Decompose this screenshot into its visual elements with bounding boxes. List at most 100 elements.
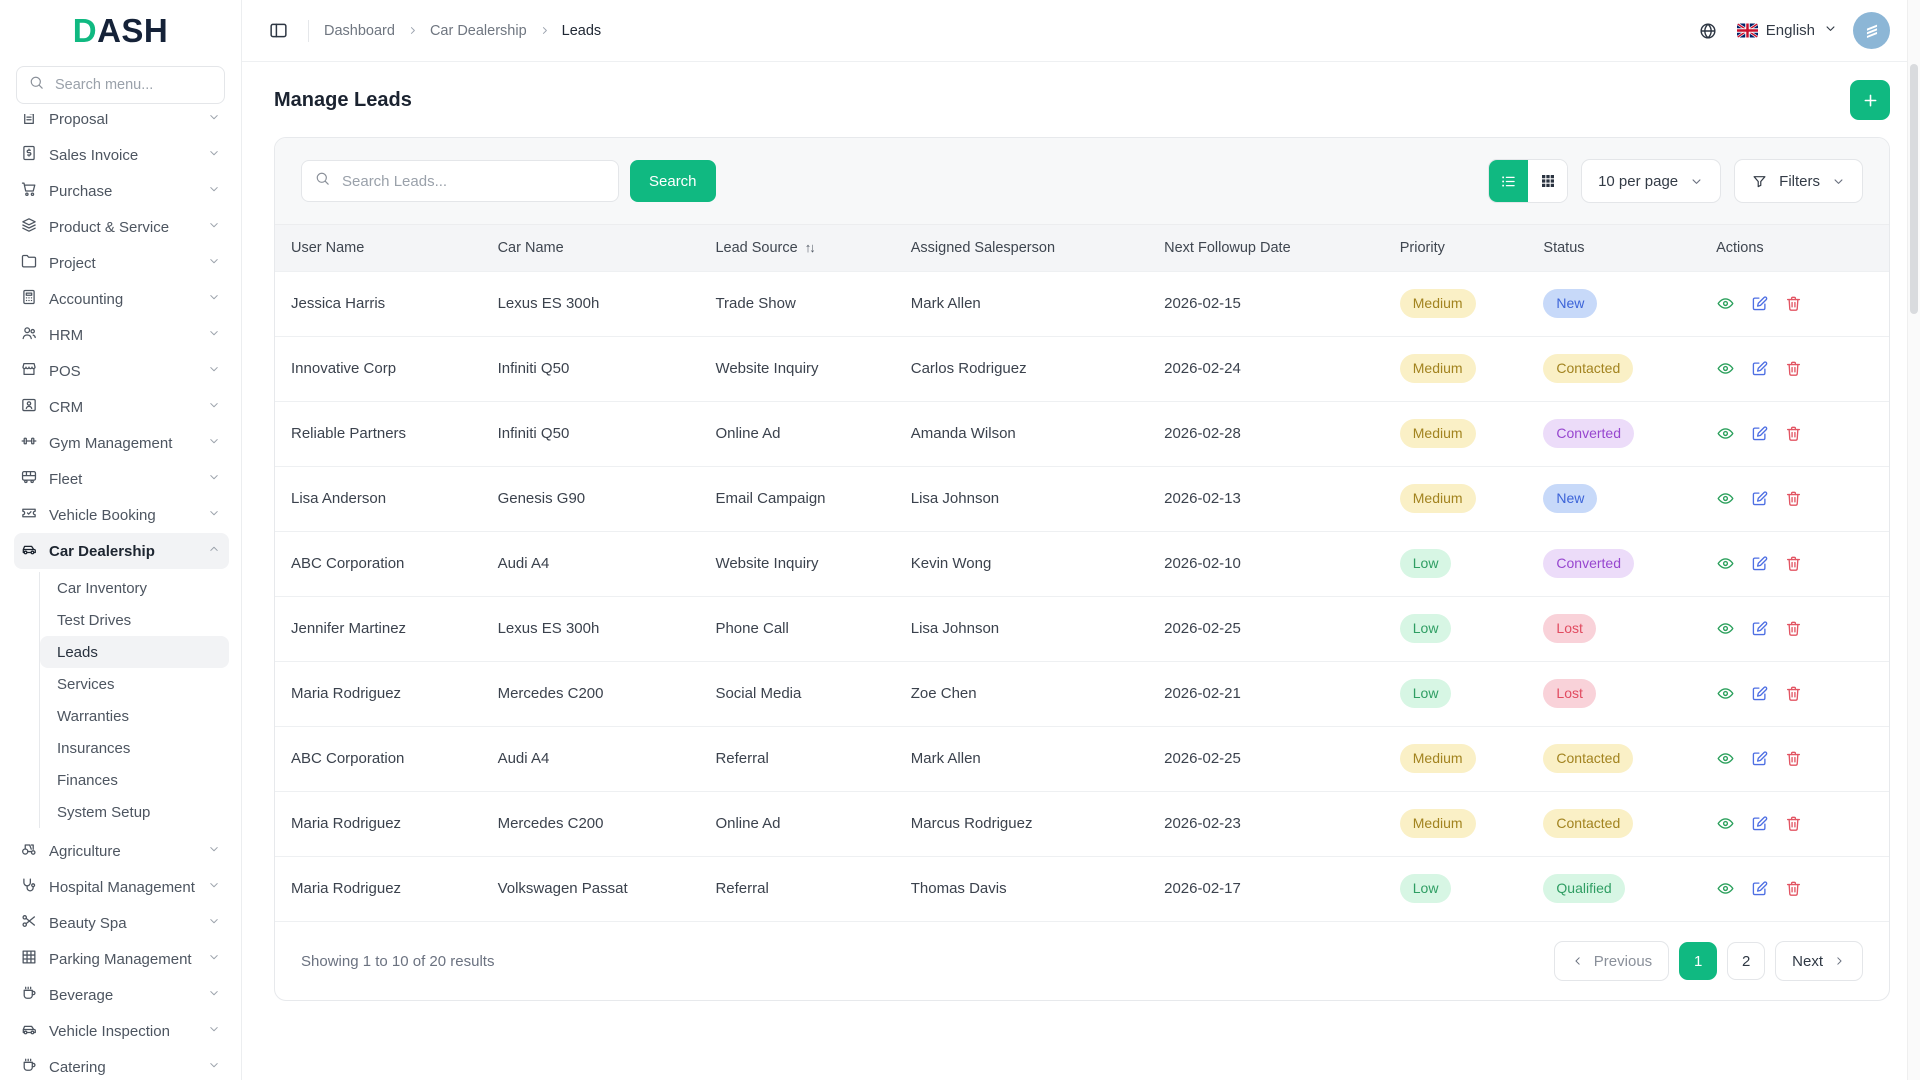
view-button[interactable] [1716,489,1735,508]
sidebar-item-product-service[interactable]: Product & Service [14,209,229,245]
sidebar-item-gym-management[interactable]: Gym Management [14,425,229,461]
sidebar-search-input[interactable] [53,76,213,94]
edit-button[interactable] [1750,619,1769,638]
chevron-down-icon [207,434,221,452]
delete-button[interactable] [1784,424,1803,443]
delete-button[interactable] [1784,619,1803,638]
delete-button[interactable] [1784,749,1803,768]
sort-icon[interactable]: ↑↓ [805,240,816,255]
chevron-down-icon [210,187,218,192]
cell-car-name: Infiniti Q50 [481,400,700,466]
per-page-select[interactable]: 10 per page [1581,159,1722,203]
sidebar-item-beverage[interactable]: Beverage [14,977,229,1013]
cell-next-followup-date: 2026-02-21 [1148,660,1384,726]
delete-button[interactable] [1784,359,1803,378]
sidebar-toggle-button[interactable] [264,16,293,45]
app-logo[interactable]: D ASH [0,0,241,62]
delete-button[interactable] [1784,294,1803,313]
globe-icon[interactable] [1694,17,1722,45]
sidebar-item-hrm[interactable]: HRM [14,317,229,353]
sidebar-item-beauty-spa[interactable]: Beauty Spa [14,905,229,941]
sidebar-item-purchase[interactable]: Purchase [14,173,229,209]
sidebar-subitem-insurances[interactable]: Insurances [40,732,229,764]
view-button[interactable] [1716,814,1735,833]
sidebar-item-hospital-management[interactable]: Hospital Management [14,869,229,905]
sidebar-subitem-system-setup[interactable]: System Setup [40,796,229,828]
scrollbar-thumb[interactable] [1910,64,1918,314]
logo-accent-letter: D [72,12,98,49]
breadcrumb-dashboard[interactable]: Dashboard [324,23,395,39]
leads-search-input[interactable] [340,171,606,191]
sidebar-item-project[interactable]: Project [14,245,229,281]
language-selector[interactable]: English [1736,21,1838,40]
edit-button[interactable] [1750,749,1769,768]
column-header-lead-source[interactable]: Lead Source ↑↓ [699,225,895,271]
delete-button[interactable] [1784,554,1803,573]
chevron-down-icon [1834,178,1843,184]
sidebar-item-pos[interactable]: POS [14,353,229,389]
sidebar-item-agriculture[interactable]: Agriculture [14,833,229,869]
view-button[interactable] [1716,554,1735,573]
chevron-down-icon [207,326,221,344]
view-button[interactable] [1716,424,1735,443]
cell-assigned-salesperson: Zoe Chen [894,660,1149,726]
sidebar-item-accounting[interactable]: Accounting [14,281,229,317]
sidebar-subitem-warranties[interactable]: Warranties [40,700,229,732]
add-lead-button[interactable] [1850,80,1890,120]
sidebar-item-sales-invoice[interactable]: Sales Invoice [14,137,229,173]
sidebar-item-car-dealership[interactable]: Car Dealership [14,533,229,569]
delete-button[interactable] [1784,879,1803,898]
page-head: Manage Leads [274,80,1890,120]
sidebar-item-fleet[interactable]: Fleet [14,461,229,497]
edit-button[interactable] [1750,424,1769,443]
grid-view-button[interactable] [1528,160,1568,202]
breadcrumb-car-dealership[interactable]: Car Dealership [430,23,527,39]
cell-lead-source: Email Campaign [699,465,895,531]
delete-button[interactable] [1784,814,1803,833]
pagination: Previous 1 2 Next [1553,941,1863,981]
sidebar-item-vehicle-booking[interactable]: Vehicle Booking [14,497,229,533]
column-header-assigned-salesperson: Assigned Salesperson [894,225,1149,271]
edit-button[interactable] [1750,294,1769,313]
edit-button[interactable] [1750,684,1769,703]
sidebar-item-crm[interactable]: CRM [14,389,229,425]
edit-button[interactable] [1750,554,1769,573]
view-button[interactable] [1716,879,1735,898]
list-view-button[interactable] [1489,160,1529,202]
sidebar-subitem-car-inventory[interactable]: Car Inventory [40,572,229,604]
sidebar-subitem-services[interactable]: Services [40,668,229,700]
edit-button[interactable] [1750,814,1769,833]
view-button[interactable] [1716,359,1735,378]
delete-button[interactable] [1784,684,1803,703]
sidebar-item-catering[interactable]: Catering [14,1049,229,1080]
edit-button[interactable] [1750,359,1769,378]
view-button[interactable] [1716,684,1735,703]
bus-icon [21,470,37,484]
view-button[interactable] [1716,749,1735,768]
search-button[interactable]: Search [630,160,716,202]
chevron-down-icon [210,511,218,516]
sidebar-subitem-test-drives[interactable]: Test Drives [40,604,229,636]
sidebar-item-vehicle-inspection[interactable]: Vehicle Inspection [14,1013,229,1049]
view-button[interactable] [1716,294,1735,313]
folder-icon [21,254,37,268]
filters-button[interactable]: Filters [1734,159,1863,203]
plus-icon [1864,94,1876,106]
sidebar-item-label: Beverage [49,986,114,1004]
avatar[interactable] [1853,12,1890,49]
edit-button[interactable] [1750,489,1769,508]
sidebar-item-proposal[interactable]: Proposal [14,114,229,137]
page-button-2[interactable]: 2 [1727,942,1766,980]
view-button[interactable] [1716,619,1735,638]
page-button-1[interactable]: 1 [1679,942,1718,980]
previous-page-button[interactable]: Previous [1553,941,1670,981]
content: Manage Leads Search Leads... Search 10 p… [242,62,1920,1001]
sidebar-item-parking-management[interactable]: Parking Management [14,941,229,977]
edit-button[interactable] [1750,879,1769,898]
next-page-button[interactable]: Next [1775,941,1863,981]
sidebar-subitem-finances[interactable]: Finances [40,764,229,796]
column-header-car-name: Car Name [481,225,700,271]
delete-button[interactable] [1784,489,1803,508]
page-scrollbar[interactable] [1907,0,1920,1080]
sidebar-subitem-leads[interactable]: Leads [40,636,229,668]
